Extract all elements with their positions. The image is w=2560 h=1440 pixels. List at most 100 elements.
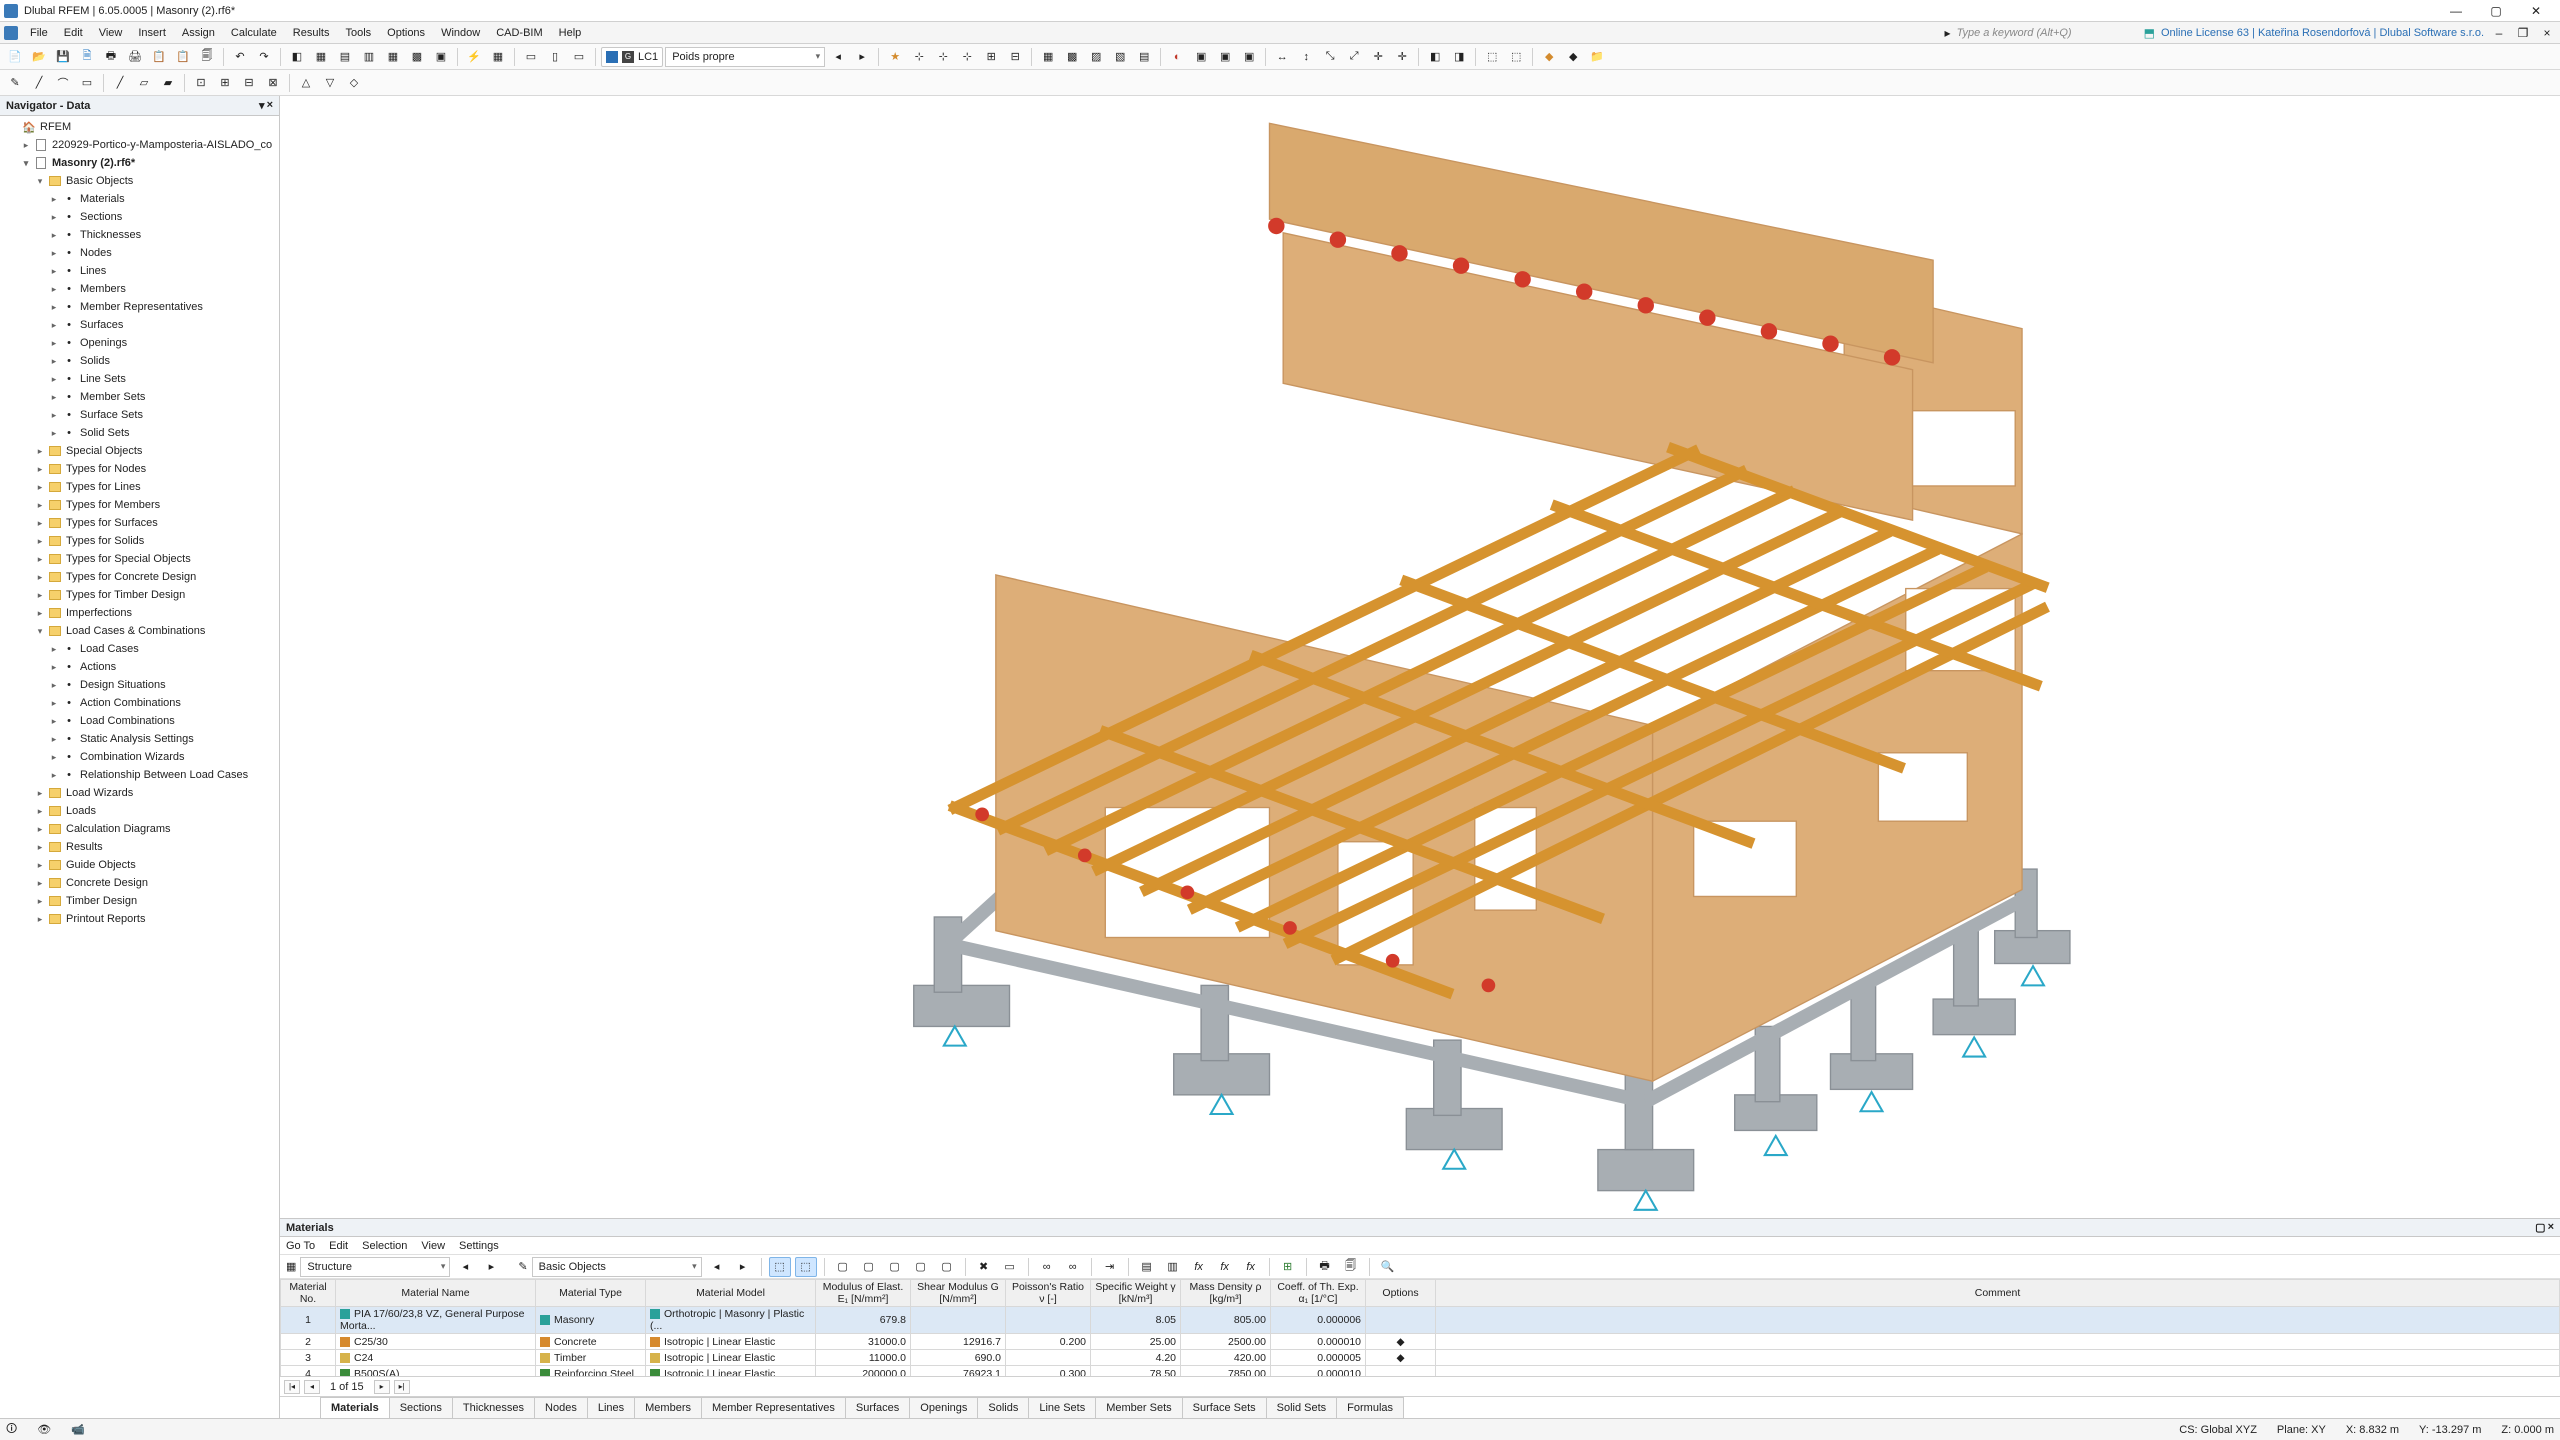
tree-folder[interactable]: ▸Types for Solids — [0, 532, 279, 550]
license-info[interactable]: Online License 63 | Kateřina Rosendorfov… — [2161, 27, 2484, 39]
tool-j-icon[interactable]: ▤ — [1133, 47, 1155, 67]
col-e[interactable]: Modulus of Elast. E₁ [N/mm²] — [816, 1280, 911, 1307]
tree-folder[interactable]: ▸Results — [0, 838, 279, 856]
menu-results[interactable]: Results — [285, 25, 338, 41]
panel-close-icon[interactable]: × — [2548, 1221, 2554, 1234]
col-model[interactable]: Material Model — [646, 1280, 816, 1307]
tool-i-icon[interactable]: ▧ — [1109, 47, 1131, 67]
tree-item[interactable]: ▸•Surfaces — [0, 316, 279, 334]
support1-icon[interactable]: △ — [295, 73, 317, 93]
table-tab[interactable]: Openings — [909, 1397, 978, 1418]
mat-next1-icon[interactable]: ▸ — [480, 1257, 502, 1277]
mt-a-icon[interactable]: ▢ — [832, 1257, 854, 1277]
table-tab[interactable]: Member Sets — [1095, 1397, 1182, 1418]
child-restore-button[interactable]: ❐ — [2514, 23, 2532, 43]
tree-folder[interactable]: ▸Types for Lines — [0, 478, 279, 496]
tool-f-icon[interactable]: ▦ — [1037, 47, 1059, 67]
table-tab[interactable]: Materials — [320, 1397, 390, 1418]
menu-cadbim[interactable]: CAD-BIM — [488, 25, 550, 41]
tree-item[interactable]: ▸•Openings — [0, 334, 279, 352]
table-tab[interactable]: Surfaces — [845, 1397, 910, 1418]
material-row[interactable]: 3 C24 Timber Isotropic | Linear Elastic … — [281, 1350, 2560, 1366]
mt-j-icon[interactable]: ▤ — [1136, 1257, 1158, 1277]
tree-folder[interactable]: ▸Guide Objects — [0, 856, 279, 874]
tree-folder[interactable]: ▸Types for Nodes — [0, 460, 279, 478]
table-tab[interactable]: Thicknesses — [452, 1397, 535, 1418]
tool-n-icon[interactable]: ▣ — [1238, 47, 1260, 67]
menu-edit[interactable]: Edit — [56, 25, 91, 41]
mt-search-icon[interactable]: 🔍 — [1377, 1257, 1399, 1277]
snap1-icon[interactable]: ⊡ — [190, 73, 212, 93]
tool-m-icon[interactable]: ▣ — [1214, 47, 1236, 67]
results-icon[interactable]: ▦ — [487, 47, 509, 67]
view6-icon[interactable]: ▩ — [406, 47, 428, 67]
tree-basic-objects[interactable]: Basic Objects — [66, 175, 133, 187]
saveall-icon[interactable]: 🗎 — [76, 47, 98, 67]
tree-item[interactable]: ▸•Thicknesses — [0, 226, 279, 244]
open-icon[interactable]: 📂 — [28, 47, 50, 67]
axis2-icon[interactable]: ⬚ — [1505, 47, 1527, 67]
menu-options[interactable]: Options — [379, 25, 433, 41]
col-type[interactable]: Material Type — [536, 1280, 646, 1307]
star-icon[interactable]: ★ — [884, 47, 906, 67]
tree-model1[interactable]: 220929-Portico-y-Mamposteria-AISLADO_co — [52, 139, 272, 151]
col-opt[interactable]: Options — [1366, 1280, 1436, 1307]
color1-icon[interactable]: ◆ — [1538, 47, 1560, 67]
mt-sel2-icon[interactable]: ⬚ — [795, 1257, 817, 1277]
snap3-icon[interactable]: ⊟ — [238, 73, 260, 93]
view4-icon[interactable]: ▥ — [358, 47, 380, 67]
table-tab[interactable]: Sections — [389, 1397, 453, 1418]
tree-folder[interactable]: ▸Types for Concrete Design — [0, 568, 279, 586]
col-cte[interactable]: Coeff. of Th. Exp. α₁ [1/°C] — [1271, 1280, 1366, 1307]
tree-folder[interactable]: ▸Imperfections — [0, 604, 279, 622]
tree-folder[interactable]: ▸Types for Special Objects — [0, 550, 279, 568]
tool-l-icon[interactable]: ▣ — [1190, 47, 1212, 67]
support2-icon[interactable]: ▽ — [319, 73, 341, 93]
table-tab[interactable]: Member Representatives — [701, 1397, 846, 1418]
surface-icon[interactable]: ▱ — [133, 73, 155, 93]
keyword-search[interactable]: Type a keyword (Alt+Q) — [1957, 27, 2072, 39]
tree-folder[interactable]: ▸Types for Members — [0, 496, 279, 514]
view7-icon[interactable]: ▣ — [430, 47, 452, 67]
table-tab[interactable]: Surface Sets — [1182, 1397, 1267, 1418]
col-v[interactable]: Poisson's Ratio ν [-] — [1006, 1280, 1091, 1307]
material-row[interactable]: 2 C25/30 Concrete Isotropic | Linear Ela… — [281, 1334, 2560, 1350]
rect-icon[interactable]: ▭ — [76, 73, 98, 93]
table-tab[interactable]: Line Sets — [1028, 1397, 1096, 1418]
material-row[interactable]: 4 B500S(A) Reinforcing Steel Isotropic |… — [281, 1366, 2560, 1377]
tree-item[interactable]: ▸•Materials — [0, 190, 279, 208]
save-icon[interactable]: 💾 — [52, 47, 74, 67]
lc-next-icon[interactable]: ▸ — [851, 47, 873, 67]
loadcase-pill[interactable]: G LC1 — [601, 47, 663, 67]
menu-help[interactable]: Help — [551, 25, 590, 41]
tree-item[interactable]: ▸•Surface Sets — [0, 406, 279, 424]
tool-h-icon[interactable]: ▨ — [1085, 47, 1107, 67]
dim4-icon[interactable]: ⤢ — [1343, 47, 1365, 67]
mt-i-icon[interactable]: ⇥ — [1099, 1257, 1121, 1277]
table-tab[interactable]: Solid Sets — [1266, 1397, 1338, 1418]
tree-item[interactable]: ▸•Line Sets — [0, 370, 279, 388]
mt-excel-icon[interactable]: ⊞ — [1277, 1257, 1299, 1277]
child-close-button[interactable]: × — [2538, 23, 2556, 43]
lc-prev-icon[interactable]: ◂ — [827, 47, 849, 67]
tool-k-icon[interactable]: ◐ — [1166, 47, 1188, 67]
mt-h-icon[interactable]: ∞ — [1062, 1257, 1084, 1277]
view1-icon[interactable]: ◧ — [286, 47, 308, 67]
render2-icon[interactable]: ◨ — [1448, 47, 1470, 67]
tree-item[interactable]: ▸•Design Situations — [0, 676, 279, 694]
mat-menu-selection[interactable]: Selection — [362, 1240, 407, 1252]
nav-pin-icon[interactable]: ▾ — [259, 99, 265, 112]
tree-item[interactable]: ▸•Solids — [0, 352, 279, 370]
mt-fx3-icon[interactable]: fx — [1240, 1257, 1262, 1277]
rec-next-icon[interactable]: ▸ — [374, 1380, 390, 1394]
tool-b-icon[interactable]: ⊹ — [932, 47, 954, 67]
tree-folder[interactable]: ▸Load Wizards — [0, 784, 279, 802]
menu-calculate[interactable]: Calculate — [223, 25, 285, 41]
print-icon[interactable]: 🖶 — [100, 47, 122, 67]
mat-next2-icon[interactable]: ▸ — [732, 1257, 754, 1277]
tree-item[interactable]: ▸•Load Cases — [0, 640, 279, 658]
tree-item[interactable]: ▸•Lines — [0, 262, 279, 280]
mt-sel1-icon[interactable]: ⬚ — [769, 1257, 791, 1277]
mt-e-icon[interactable]: ▢ — [936, 1257, 958, 1277]
tree-item[interactable]: ▸•Solid Sets — [0, 424, 279, 442]
